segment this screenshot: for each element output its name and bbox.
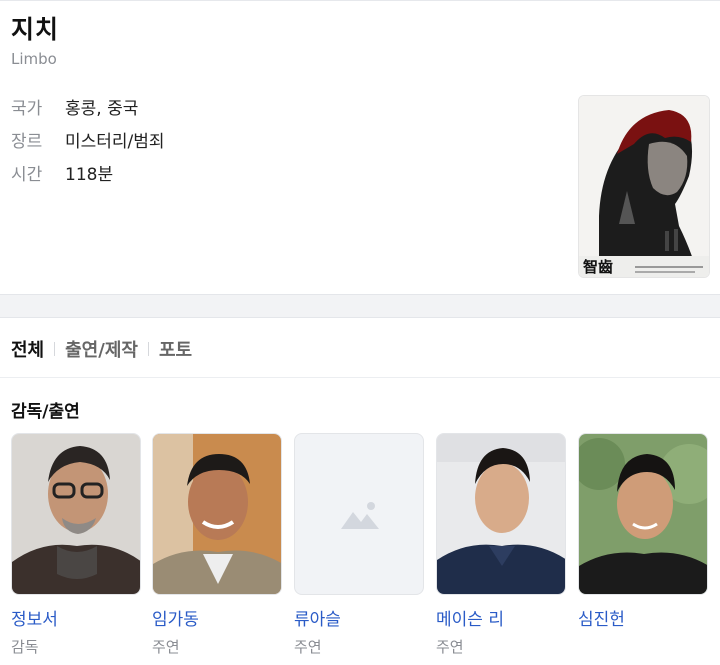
top-divider [0, 0, 720, 1]
tab-all[interactable]: 전체 [11, 336, 44, 362]
tab-separator [54, 342, 56, 356]
person-photo [12, 434, 140, 594]
cast-role: 주연 [152, 638, 180, 656]
tabs-divider [0, 377, 720, 378]
cast-card[interactable]: 임가동 주연 [152, 433, 282, 657]
info-row-country: 국가 홍콩, 중국 [11, 94, 138, 119]
poster-image: 智齒 [579, 96, 709, 277]
info-value: 미스터리/범죄 [65, 132, 165, 152]
tab-separator [147, 342, 149, 356]
original-title: Limbo [11, 50, 57, 68]
section-title: 감독/출연 [11, 402, 80, 422]
cast-role: 주연 [294, 638, 322, 656]
info-label: 시간 [11, 165, 43, 185]
person-photo [579, 434, 707, 594]
section-divider-band [0, 294, 720, 318]
cast-card[interactable]: 메이슨 리 주연 [436, 433, 566, 657]
cast-name[interactable]: 정보서 [11, 605, 141, 630]
tab-photos[interactable]: 포토 [159, 336, 192, 362]
tab-cast-crew[interactable]: 출연/제작 [65, 336, 138, 362]
info-row-runtime: 시간 118분 [11, 160, 113, 185]
cast-photo[interactable] [578, 433, 708, 595]
cast-photo[interactable] [152, 433, 282, 595]
cast-card[interactable]: 정보서 감독 [11, 433, 141, 657]
info-row-genre: 장르 미스터리/범죄 [11, 127, 165, 152]
page-title: 지치 [11, 15, 60, 44]
cast-photo[interactable] [11, 433, 141, 595]
cast-role: 감독 [11, 638, 39, 656]
cast-name[interactable]: 임가동 [152, 605, 282, 630]
tab-bar: 전체 출연/제작 포토 [11, 336, 192, 362]
info-value: 118분 [65, 165, 114, 185]
info-value: 홍콩, 중국 [65, 99, 139, 119]
cast-card[interactable]: 심진헌 [578, 433, 708, 636]
cast-name[interactable]: 심진헌 [578, 605, 708, 630]
info-label: 국가 [11, 99, 43, 119]
cast-role: 주연 [436, 638, 464, 656]
cast-name[interactable]: 메이슨 리 [436, 605, 566, 630]
info-label: 장르 [11, 132, 43, 152]
movie-poster[interactable]: 智齒 [578, 95, 710, 278]
cast-photo[interactable] [436, 433, 566, 595]
person-photo [437, 434, 565, 594]
cast-name[interactable]: 류아슬 [294, 605, 424, 630]
poster-title-text: 智齒 [583, 258, 613, 276]
cast-card[interactable]: 류아슬 주연 [294, 433, 424, 657]
person-photo [153, 434, 281, 594]
image-placeholder-icon [341, 502, 379, 529]
cast-photo[interactable] [294, 433, 424, 595]
